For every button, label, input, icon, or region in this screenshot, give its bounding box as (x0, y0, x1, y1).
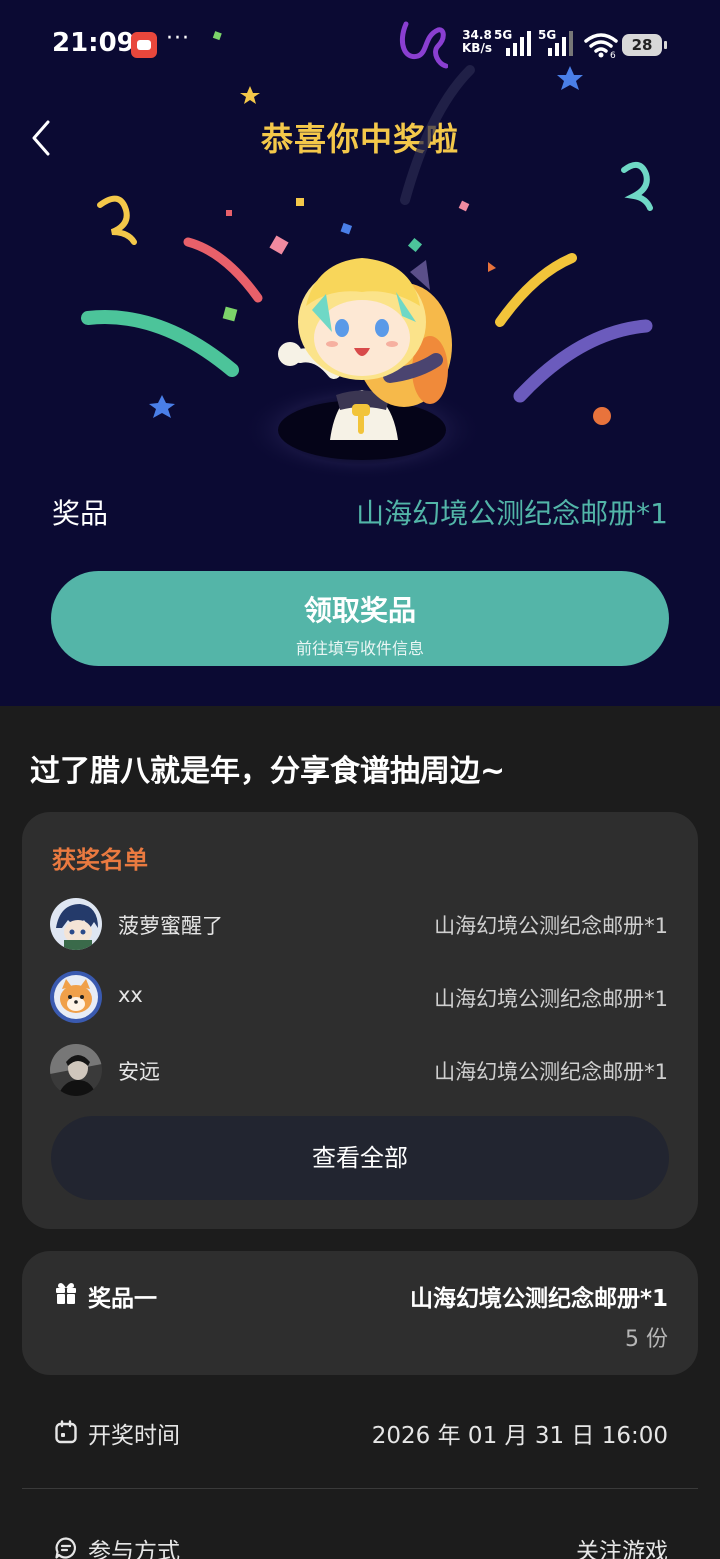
winner-name: xx (118, 983, 143, 1007)
prize-item-name: 山海幻境公测纪念邮册*1 (409, 1286, 668, 1312)
winner-row[interactable]: xx 山海幻境公测纪念邮册*1 (22, 969, 698, 1025)
gift-icon (56, 1283, 76, 1304)
prize-item-label: 奖品一 (88, 1286, 157, 1312)
winners-heading: 获奖名单 (52, 846, 148, 874)
winner-prize: 山海幻境公测纪念邮册*1 (434, 914, 668, 938)
calendar-icon (55, 1420, 77, 1444)
avatar (50, 971, 102, 1023)
claim-prize-subtitle: 前往填写收件信息 (295, 639, 424, 658)
participation-label: 参与方式 (88, 1539, 180, 1559)
claim-prize-title: 领取奖品 (303, 594, 416, 627)
chat-icon (55, 1537, 76, 1559)
winner-name: 菠萝蜜醒了 (118, 914, 223, 938)
draw-time-value: 2026 年 01 月 31 日 16:00 (371, 1423, 668, 1449)
draw-time-row: 开奖时间 2026 年 01 月 31 日 16:00 (22, 1400, 698, 1460)
prize-label: 奖品 (52, 497, 109, 530)
participation-row: 参与方式 关注游戏 (22, 1514, 698, 1559)
winner-prize: 山海幻境公测纪念邮册*1 (434, 1060, 668, 1084)
divider (22, 1488, 698, 1489)
winner-name: 安远 (118, 1060, 160, 1084)
winner-row[interactable]: 安远 山海幻境公测纪念邮册*1 (22, 1042, 698, 1098)
prize-value: 山海幻境公测纪念邮册*1 (356, 497, 668, 530)
claim-prize-button[interactable]: 领取奖品 前往填写收件信息 (51, 571, 669, 666)
winners-card: 获奖名单 菠萝蜜醒了 山海幻境公测纪念邮册*1 xx 山海幻境公测纪念邮册*1 (22, 812, 698, 1229)
winner-row[interactable]: 菠萝蜜醒了 山海幻境公测纪念邮册*1 (22, 896, 698, 952)
view-all-button[interactable]: 查看全部 (51, 1116, 669, 1200)
prize-detail-card: 奖品一 山海幻境公测纪念邮册*1 5 份 (22, 1251, 698, 1375)
winner-prize: 山海幻境公测纪念邮册*1 (434, 987, 668, 1011)
avatar (50, 1044, 102, 1096)
draw-time-label: 开奖时间 (88, 1423, 180, 1449)
participation-value[interactable]: 关注游戏 (576, 1532, 668, 1559)
activity-title: 过了腊八就是年，分享食谱抽周边~ (30, 754, 506, 789)
hero-section: 21:09 ··· 34.8 KB/s 5G 5G 6 28 恭喜你中奖啦 奖品… (0, 0, 720, 706)
avatar (50, 898, 102, 950)
prize-item-quantity: 5 份 (625, 1327, 668, 1352)
